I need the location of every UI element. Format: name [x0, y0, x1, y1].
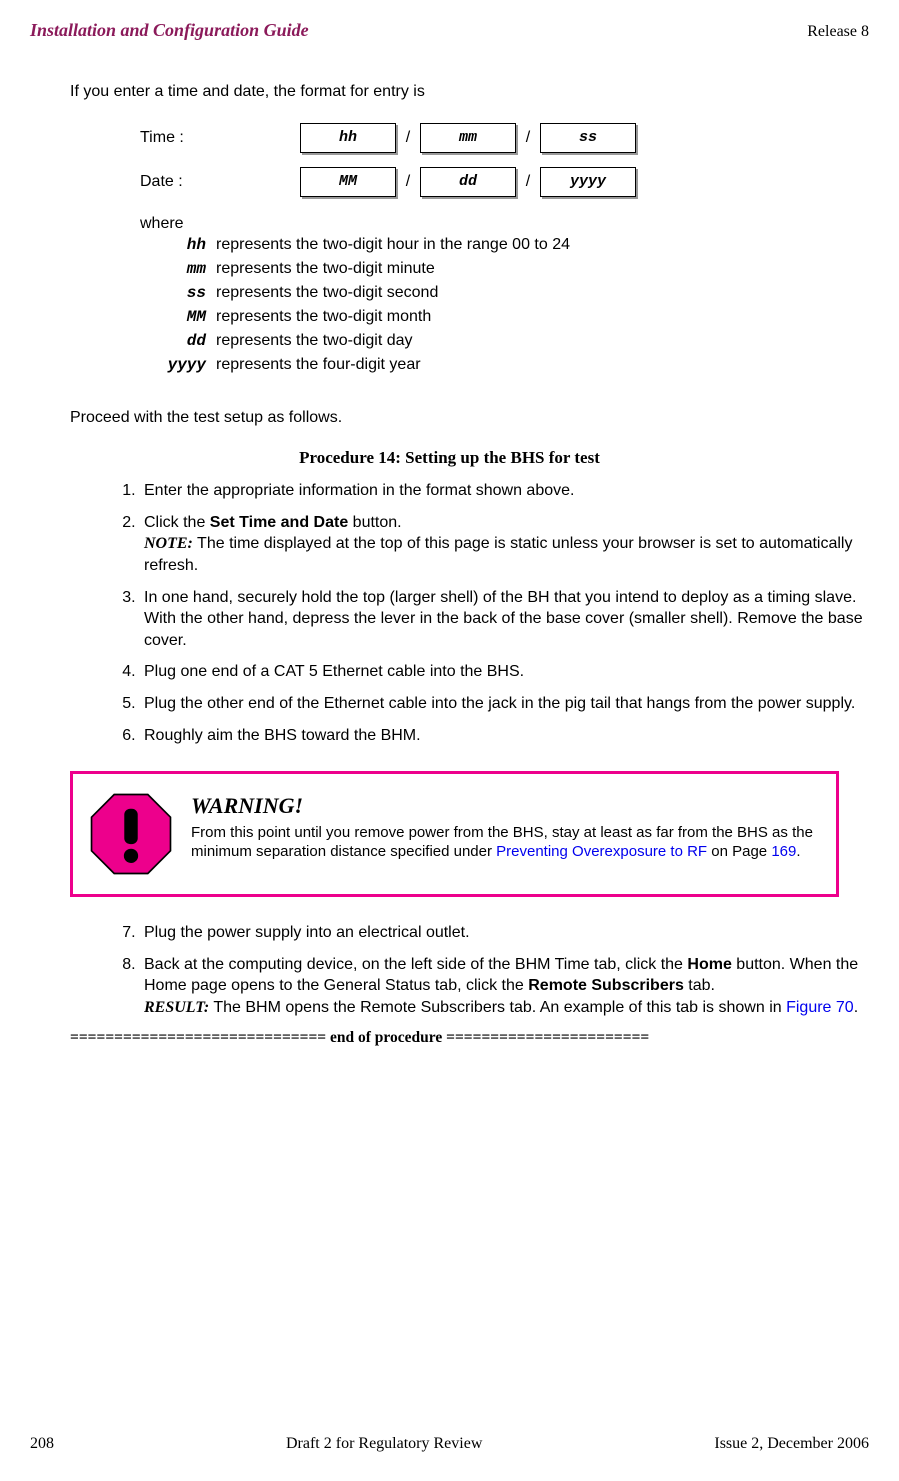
step-text: button.: [348, 514, 401, 531]
page-number: 208: [30, 1435, 54, 1453]
def-term: hh: [158, 233, 216, 257]
field-MM: MM: [300, 167, 396, 197]
def-term: mm: [158, 257, 216, 281]
step-6: Roughly aim the BHS toward the BHM.: [140, 725, 869, 747]
end-of-procedure: ============================= end of pro…: [70, 1029, 839, 1047]
format-block: Time : hh / mm / ss Date : MM / dd / yyy…: [140, 123, 869, 197]
def-row: mmrepresents the two-digit minute: [158, 257, 869, 281]
def-row: ssrepresents the two-digit second: [158, 281, 869, 305]
field-mm: mm: [420, 123, 516, 153]
field-hh: hh: [300, 123, 396, 153]
warning-title: WARNING!: [191, 792, 820, 821]
step-1: Enter the appropriate information in the…: [140, 480, 869, 502]
warning-page-link[interactable]: 169: [771, 843, 796, 860]
note-label: NOTE:: [144, 535, 193, 552]
def-term: ss: [158, 281, 216, 305]
warning-body: WARNING! From this point until you remov…: [191, 792, 820, 862]
procedure-list-part1: Enter the appropriate information in the…: [100, 480, 869, 746]
warning-dot: .: [796, 843, 800, 860]
def-term: yyyy: [158, 353, 216, 377]
def-row: yyyyrepresents the four-digit year: [158, 353, 869, 377]
separator: /: [396, 173, 420, 191]
release-label: Release 8: [807, 23, 869, 41]
button-name: Home: [687, 956, 731, 973]
field-yyyy: yyyy: [540, 167, 636, 197]
field-ss: ss: [540, 123, 636, 153]
intro-text: If you enter a time and date, the format…: [70, 81, 869, 103]
def-row: hhrepresents the two-digit hour in the r…: [158, 233, 869, 257]
footer-right: Issue 2, December 2006: [714, 1435, 869, 1453]
tab-name: Remote Subscribers: [528, 977, 684, 994]
step-7: Plug the power supply into an electrical…: [140, 922, 869, 944]
result-text: The BHM opens the Remote Subscribers tab…: [209, 999, 786, 1016]
field-dd: dd: [420, 167, 516, 197]
procedure-title: Procedure 14: Setting up the BHS for tes…: [30, 448, 869, 468]
def-desc: represents the two-digit hour in the ran…: [216, 233, 869, 257]
footer-center: Draft 2 for Regulatory Review: [286, 1435, 482, 1453]
def-desc: represents the two-digit month: [216, 305, 869, 329]
proceed-text: Proceed with the test setup as follows.: [70, 407, 869, 429]
date-label: Date :: [140, 173, 300, 191]
warning-link[interactable]: Preventing Overexposure to RF: [496, 843, 707, 860]
def-term: dd: [158, 329, 216, 353]
page-header: Installation and Configuration Guide Rel…: [30, 20, 869, 41]
definitions: hhrepresents the two-digit hour in the r…: [158, 233, 869, 377]
step-3: In one hand, securely hold the top (larg…: [140, 587, 869, 652]
separator: /: [396, 129, 420, 147]
step-text: tab.: [684, 977, 715, 994]
procedure-list-part2: Plug the power supply into an electrical…: [100, 922, 869, 1018]
def-desc: represents the two-digit minute: [216, 257, 869, 281]
def-row: ddrepresents the two-digit day: [158, 329, 869, 353]
step-5: Plug the other end of the Ethernet cable…: [140, 693, 869, 715]
step-text: Click the: [144, 514, 210, 531]
time-format-row: Time : hh / mm / ss: [140, 123, 869, 153]
page-footer: 208 Draft 2 for Regulatory Review Issue …: [30, 1435, 869, 1453]
note-text: The time displayed at the top of this pa…: [144, 535, 852, 574]
warning-box: WARNING! From this point until you remov…: [70, 771, 839, 897]
warning-text: on Page: [707, 843, 771, 860]
def-row: MMrepresents the two-digit month: [158, 305, 869, 329]
doc-title: Installation and Configuration Guide: [30, 20, 309, 41]
figure-link[interactable]: Figure 70: [786, 999, 854, 1016]
step-8: Back at the computing device, on the lef…: [140, 954, 869, 1019]
def-desc: represents the two-digit second: [216, 281, 869, 305]
date-format-row: Date : MM / dd / yyyy: [140, 167, 869, 197]
step-4: Plug one end of a CAT 5 Ethernet cable i…: [140, 661, 869, 683]
def-desc: represents the two-digit day: [216, 329, 869, 353]
time-label: Time :: [140, 129, 300, 147]
def-desc: represents the four-digit year: [216, 353, 869, 377]
step-text: Back at the computing device, on the lef…: [144, 956, 687, 973]
where-label: where: [140, 215, 869, 233]
button-name: Set Time and Date: [210, 514, 348, 531]
where-block: where hhrepresents the two-digit hour in…: [140, 215, 869, 377]
separator: /: [516, 129, 540, 147]
warning-icon: [89, 792, 173, 876]
step-dot: .: [854, 999, 858, 1016]
separator: /: [516, 173, 540, 191]
result-label: RESULT:: [144, 999, 209, 1016]
def-term: MM: [158, 305, 216, 329]
step-2: Click the Set Time and Date button. NOTE…: [140, 512, 869, 577]
